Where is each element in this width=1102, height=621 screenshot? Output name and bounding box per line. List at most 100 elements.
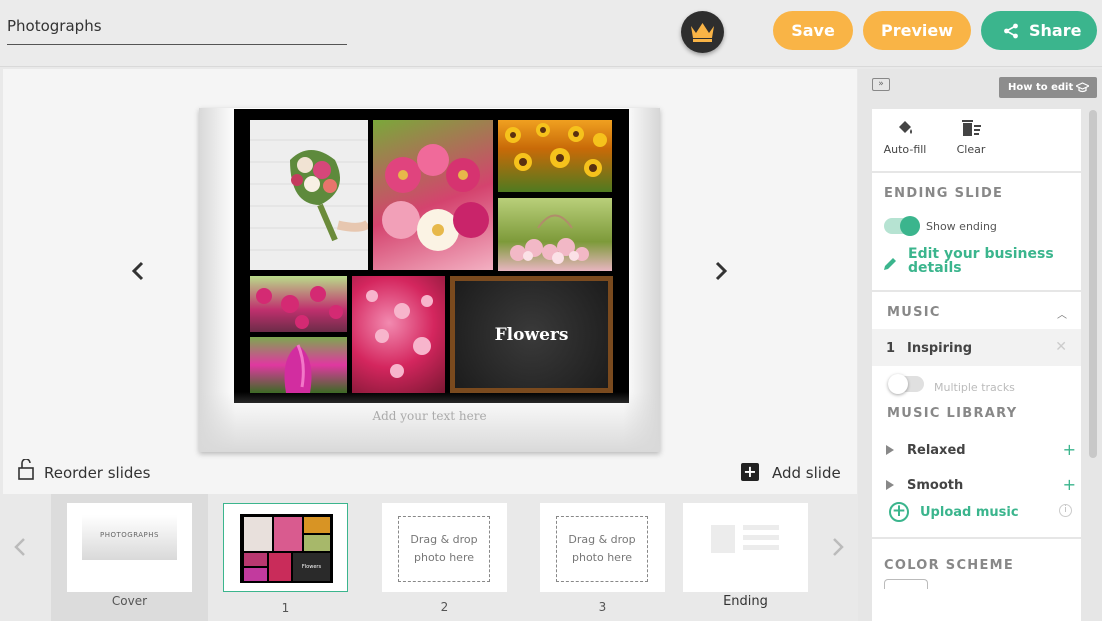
tulip-image xyxy=(284,344,312,393)
photo-pink-carnations[interactable] xyxy=(250,276,347,332)
add-slide-label: Add slide xyxy=(772,464,841,482)
filmstrip-next-arrow-icon[interactable] xyxy=(826,536,848,558)
thumbnail-slide-1[interactable]: Flowers 1 xyxy=(207,494,364,621)
previous-slide-arrow-icon[interactable] xyxy=(127,259,151,283)
collapse-panel-icon[interactable]: » xyxy=(872,78,890,91)
ending-slide-heading: ENDING SLIDE xyxy=(884,186,1004,201)
photo-sunflowers[interactable] xyxy=(498,120,612,192)
photo-chalkboard[interactable]: Flowers xyxy=(450,276,613,393)
add-track-plus-icon[interactable]: + xyxy=(1063,440,1076,459)
music-track-row[interactable]: 1 Inspiring ✕ xyxy=(872,329,1081,366)
mini-collage-title: Flowers xyxy=(293,553,330,581)
top-bar: Save Preview Share xyxy=(0,0,1102,67)
info-icon[interactable]: i xyxy=(1059,504,1072,517)
multiple-tracks-toggle[interactable] xyxy=(888,374,924,394)
ending-placeholder-icon xyxy=(711,525,779,553)
photo-tulip[interactable] xyxy=(250,337,347,393)
auto-fill-label: Auto-fill xyxy=(883,143,927,156)
thumbnail-cover[interactable]: PHOTOGRAPHS Cover xyxy=(51,494,208,621)
slide-3-preview: Drag & drop photo here xyxy=(540,503,665,592)
ending-preview xyxy=(683,503,808,592)
track-name: Inspiring xyxy=(907,341,973,356)
chevron-up-icon[interactable]: ︿ xyxy=(1057,306,1067,321)
blossom-image xyxy=(366,290,433,378)
show-ending-label: Show ending xyxy=(926,220,997,233)
play-triangle-icon[interactable] xyxy=(886,480,894,490)
auto-fill-button[interactable]: Auto-fill xyxy=(882,119,928,156)
color-swatch[interactable] xyxy=(884,579,928,589)
cover-title-text: PHOTOGRAPHS xyxy=(99,531,159,539)
toggle-knob xyxy=(900,216,920,236)
title-field-wrapper xyxy=(7,16,347,45)
add-track-plus-icon[interactable]: + xyxy=(1063,475,1076,494)
slide-filmstrip: PHOTOGRAPHS Cover Flowers 1 Drag & drop … xyxy=(0,494,857,621)
photo-bouquet[interactable] xyxy=(250,120,368,270)
slide-caption-input[interactable]: Add your text here xyxy=(199,409,660,423)
cover-preview: PHOTOGRAPHS xyxy=(67,503,192,592)
thumbnail-slide-3[interactable]: Drag & drop photo here 3 xyxy=(524,494,681,621)
thumbnail-slide-2[interactable]: Drag & drop photo here 2 xyxy=(366,494,523,621)
upload-music-label: Upload music xyxy=(920,505,1019,520)
share-label: Share xyxy=(1029,21,1082,40)
photo-roses-basket[interactable] xyxy=(498,198,612,271)
color-scheme-card: COLOR SCHEME xyxy=(872,539,1081,621)
graduation-cap-icon xyxy=(1076,82,1089,93)
thumbnail-label: 1 xyxy=(281,601,290,615)
next-slide-arrow-icon[interactable] xyxy=(708,259,732,283)
project-title-input[interactable] xyxy=(7,17,347,35)
show-ending-toggle[interactable] xyxy=(884,216,920,236)
clear-button[interactable]: Clear xyxy=(950,119,992,156)
edit-business-label: Edit your business details xyxy=(908,246,1054,276)
library-item-smooth[interactable]: Smooth + xyxy=(886,475,1076,496)
photo-cherry-blossom[interactable] xyxy=(352,276,445,393)
slide-editor-stage: Flowers Add your text here Reorder slide… xyxy=(3,69,857,494)
mini-collage: Flowers xyxy=(240,514,333,583)
play-triangle-icon[interactable] xyxy=(886,445,894,455)
slide-card: Flowers Add your text here xyxy=(199,108,660,452)
slide-2-preview: Drag & drop photo here xyxy=(382,503,507,592)
music-heading: MUSIC xyxy=(887,305,941,320)
bouquet-image xyxy=(250,139,368,251)
carnation-image xyxy=(256,286,343,329)
how-to-edit-button[interactable]: How to edit xyxy=(999,77,1097,98)
share-button[interactable]: Share xyxy=(981,11,1097,50)
share-icon xyxy=(1004,23,1018,39)
thumbnail-ending[interactable]: Ending xyxy=(667,494,824,621)
library-item-name: Relaxed xyxy=(907,443,966,458)
drop-photo-zone[interactable]: Drag & drop photo here xyxy=(398,516,490,582)
upload-music-button[interactable]: + Upload music xyxy=(889,502,1079,524)
ending-slide-card: ENDING SLIDE Show ending Edit your busin… xyxy=(872,173,1081,290)
panel-scrollbar[interactable] xyxy=(1089,110,1097,458)
reorder-slides-label: Reorder slides xyxy=(44,464,151,482)
music-library-heading: MUSIC LIBRARY xyxy=(887,406,1018,421)
reorder-icon xyxy=(18,459,34,480)
library-item-relaxed[interactable]: Relaxed + xyxy=(886,440,1076,461)
upload-plus-icon: + xyxy=(889,502,909,522)
preview-button[interactable]: Preview xyxy=(863,11,971,50)
thumbnail-label: 2 xyxy=(440,600,449,614)
add-slide-plus-icon: + xyxy=(741,463,759,481)
sunflower-image xyxy=(505,123,607,177)
clear-label: Clear xyxy=(956,143,986,156)
roses-basket-image xyxy=(510,214,589,264)
zinnia-image xyxy=(382,144,489,251)
premium-button[interactable] xyxy=(681,11,724,53)
color-scheme-heading: COLOR SCHEME xyxy=(884,558,1015,573)
slide-1-preview: Flowers xyxy=(223,503,348,592)
multiple-tracks-label: Multiple tracks xyxy=(934,381,1015,394)
app-window: Save Preview Share xyxy=(0,0,1102,621)
photo-zinnias[interactable] xyxy=(373,120,493,270)
how-to-edit-label: How to edit xyxy=(1008,82,1074,93)
save-button[interactable]: Save xyxy=(773,11,853,50)
remove-track-icon[interactable]: ✕ xyxy=(1055,339,1067,355)
thumbnail-label: Cover xyxy=(111,594,148,608)
drop-photo-zone[interactable]: Drag & drop photo here xyxy=(556,516,648,582)
photo-collage[interactable]: Flowers xyxy=(234,109,629,403)
trash-icon xyxy=(962,120,981,136)
chalkboard: Flowers xyxy=(455,281,608,388)
track-number: 1 xyxy=(886,341,896,356)
thumbnail-label: Ending xyxy=(723,594,768,609)
library-item-name: Smooth xyxy=(907,478,964,493)
thumbnail-label: 3 xyxy=(598,600,607,614)
filmstrip-prev-arrow-icon[interactable] xyxy=(10,536,32,558)
